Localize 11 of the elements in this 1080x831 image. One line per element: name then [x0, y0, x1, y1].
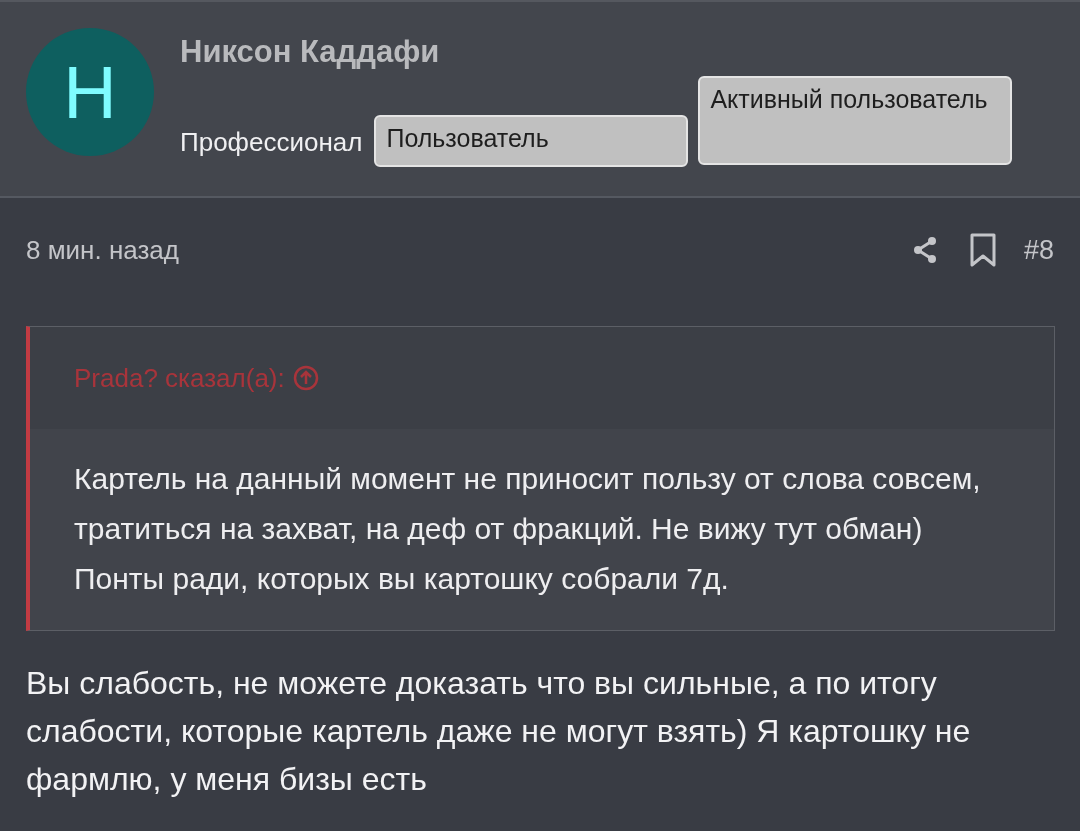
quote-text: Картель на данный момент не приносит пользу от слова совсем, тратиться на захват, на деф от фракций. Не вижу тут обман) Понты ради, которых вы картошку собрали 7д.: [30, 429, 1054, 630]
bookmark-icon[interactable]: [969, 233, 996, 267]
user-title: Профессионал: [180, 127, 363, 159]
user-badge: Пользователь: [374, 115, 689, 167]
post-time[interactable]: 8 мин. назад: [26, 234, 880, 266]
avatar[interactable]: Н: [26, 28, 154, 156]
user-badge: Активный пользователь: [698, 76, 1013, 165]
post-number[interactable]: #8: [1023, 234, 1054, 266]
share-icon[interactable]: [911, 236, 938, 264]
post-message: Вы слабость, не можете доказать что вы сильные, а по итогу слабости, которые картель даже не могут взять) Я картошку не фармлю, у меня бизы есть: [25, 664, 972, 799]
username[interactable]: Никсон Каддафи: [180, 34, 1013, 70]
